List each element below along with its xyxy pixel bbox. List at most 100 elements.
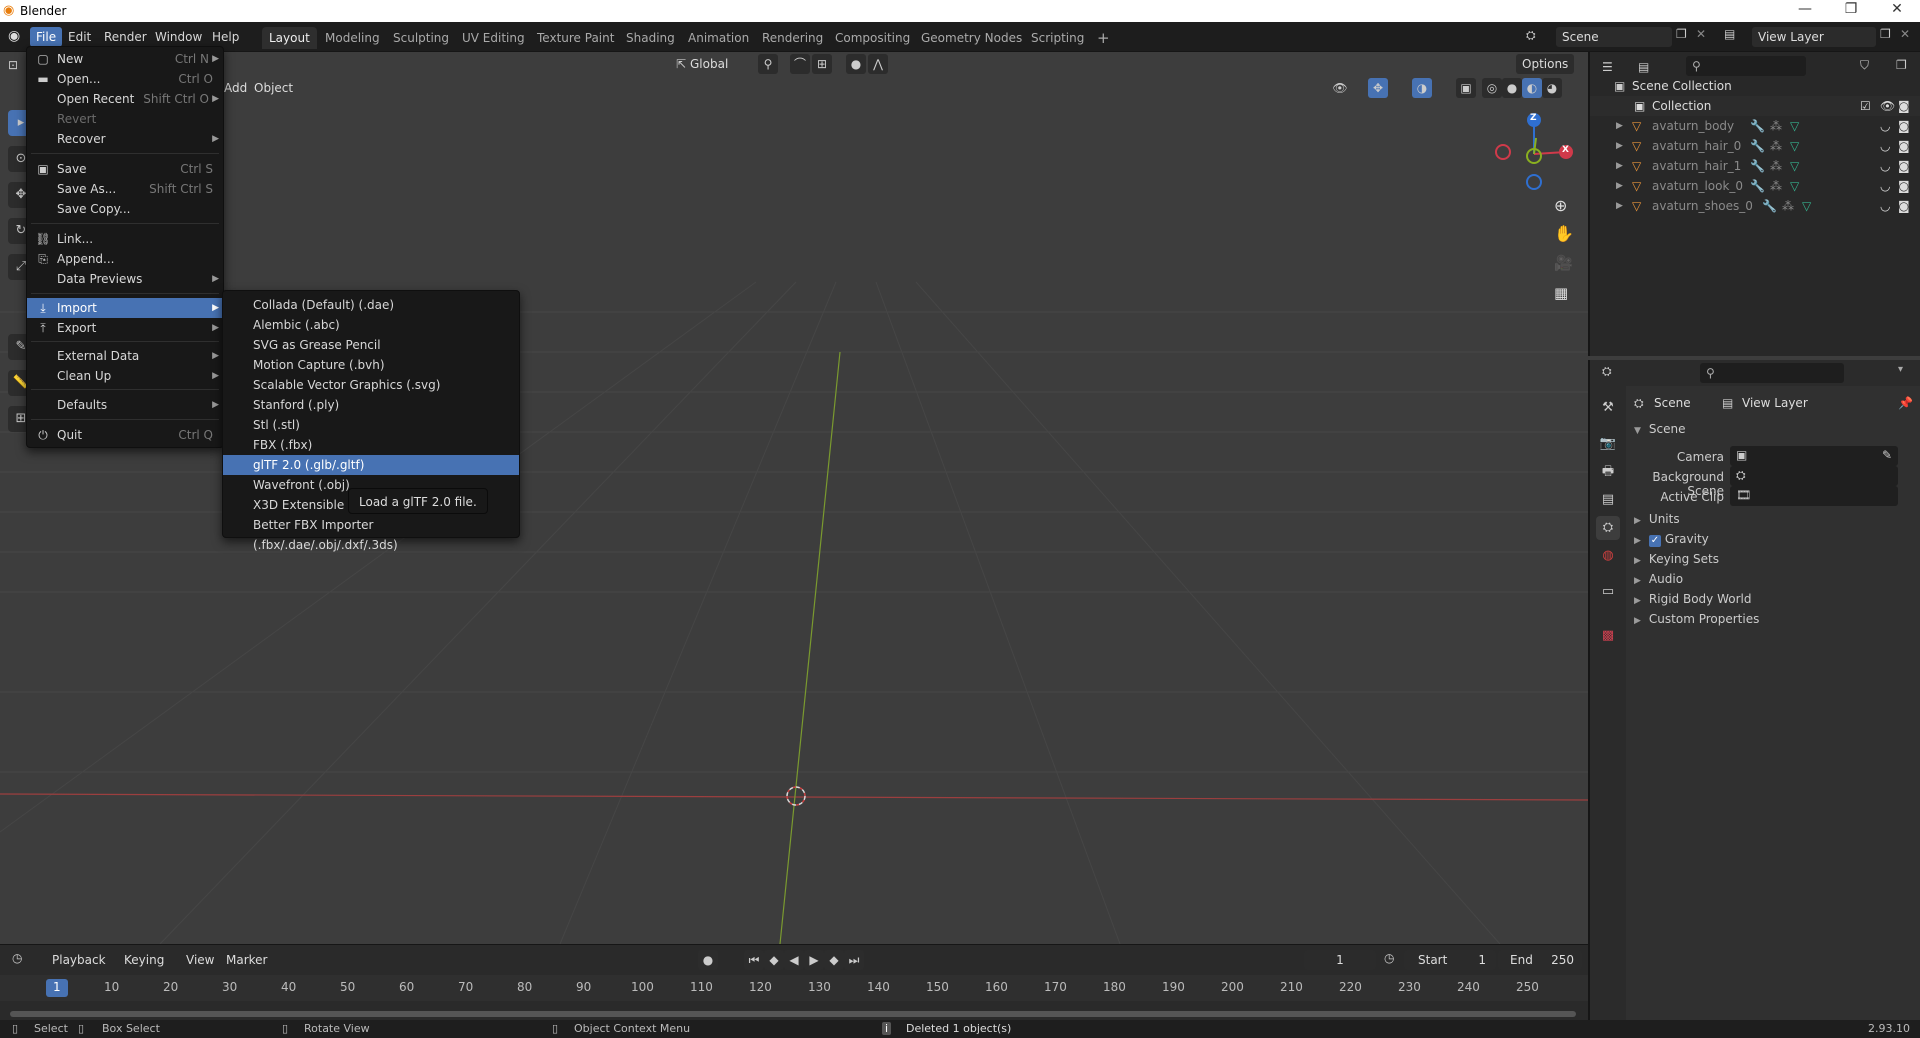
import-better-fbx[interactable]: Better FBX Importer (.fbx/.dae/.obj/.dxf… [223, 515, 519, 552]
import-ply[interactable]: Stanford (.ply) [223, 395, 519, 415]
pin-icon[interactable]: 📌 [1898, 396, 1913, 410]
hidden-eye-icon[interactable]: ◡ [1880, 116, 1890, 136]
keying-menu[interactable]: Keying [118, 950, 170, 970]
perspective-toggle-icon[interactable]: ▦ [1554, 284, 1568, 302]
active-clip-field[interactable]: 🎞 [1730, 486, 1898, 506]
file-menu-save[interactable]: ▣ Save Ctrl S [27, 159, 223, 179]
gravity-panel-header[interactable]: ▶ ✓ Gravity [1634, 532, 1709, 547]
import-svg-grease-pencil[interactable]: SVG as Grease Pencil [223, 335, 519, 355]
file-menu-data-previews[interactable]: Data Previews ▶ [27, 269, 223, 289]
clock-icon[interactable]: ◷ [1384, 951, 1394, 965]
properties-search-input[interactable]: ⚲ [1700, 363, 1844, 383]
outliner-scene-collection[interactable]: ▣ Scene Collection [1590, 76, 1920, 96]
units-panel-header[interactable]: ▶ Units [1634, 512, 1680, 526]
scene-icon[interactable]: ⛭ [1526, 28, 1536, 43]
audio-panel-header[interactable]: ▶ Audio [1634, 572, 1683, 586]
new-view-layer-icon[interactable]: ❐ [1880, 27, 1891, 41]
options-dropdown[interactable]: Options [1516, 54, 1575, 74]
delete-view-layer-icon[interactable]: ✕ [1900, 27, 1910, 41]
jump-keyframe-forward-icon[interactable]: ◆ [824, 950, 844, 970]
file-menu-open[interactable]: ▬ Open... Ctrl O [27, 69, 223, 89]
blender-menu-icon[interactable]: ◉ [8, 28, 20, 44]
falloff-icon[interactable]: ⋀ [868, 54, 888, 74]
outliner-object-row[interactable]: ▶ ▽ avaturn_look_0 🔧 ⁂ ▽ ◡ ◙ [1590, 176, 1920, 196]
marker-menu[interactable]: Marker [220, 950, 273, 970]
menu-window[interactable]: Window [149, 27, 208, 47]
view-layer-selector[interactable]: View Layer [1752, 27, 1876, 47]
tab-geometry-nodes[interactable]: Geometry Nodes [914, 27, 1029, 49]
camera-field[interactable]: ▣ ✎ [1730, 446, 1898, 466]
view-layer-tab-icon[interactable]: ▤ [1596, 488, 1620, 512]
import-bvh[interactable]: Motion Capture (.bvh) [223, 355, 519, 375]
gizmo-icon[interactable]: ✥ [1368, 78, 1388, 98]
tab-layout[interactable]: Layout [262, 27, 317, 49]
outliner-collection[interactable]: ▣ Collection ☑ 👁 ◙ [1590, 96, 1920, 116]
visibility-icon[interactable]: 👁 [1330, 78, 1350, 98]
background-scene-field[interactable]: ⛭ [1730, 466, 1898, 486]
current-frame-field[interactable]: 1 [1304, 950, 1376, 970]
expand-icon[interactable]: ▶ [1616, 156, 1623, 176]
import-gltf[interactable]: glTF 2.0 (.glb/.gltf) [223, 455, 519, 475]
restore-button[interactable]: ❐ [1828, 1, 1874, 21]
camera-icon[interactable]: ◙ [1898, 176, 1910, 196]
file-menu-defaults[interactable]: Defaults ▶ [27, 395, 223, 415]
view-layer-icon[interactable]: ▤ [1724, 27, 1735, 41]
render-tab-icon[interactable]: 📷 [1596, 432, 1620, 456]
file-menu-link[interactable]: ⛓ Link... [27, 229, 223, 249]
camera-icon[interactable]: ◙ [1898, 96, 1910, 116]
record-icon[interactable]: ● [698, 950, 718, 970]
scene-section-header[interactable]: ▼ Scene [1634, 422, 1686, 436]
viewport-object-menu[interactable]: Object [248, 78, 299, 98]
outliner-object-row[interactable]: ▶ ▽ avaturn_hair_1 🔧 ⁂ ▽ ◡ ◙ [1590, 156, 1920, 176]
start-frame-field[interactable]: Start 1 [1404, 950, 1496, 970]
keying-sets-panel-header[interactable]: ▶ Keying Sets [1634, 552, 1719, 566]
outliner-object-row[interactable]: ▶ ▽ avaturn_body 🔧 ⁂ ▽ ◡ ◙ [1590, 116, 1920, 136]
import-alembic[interactable]: Alembic (.abc) [223, 315, 519, 335]
import-collada[interactable]: Collada (Default) (.dae) [223, 295, 519, 315]
menu-edit[interactable]: Edit [62, 27, 97, 47]
outliner-search-input[interactable]: ⚲ [1686, 56, 1806, 76]
filter-icon[interactable]: ⛉ [1860, 58, 1869, 73]
hidden-eye-icon[interactable]: ◡ [1880, 176, 1890, 196]
outliner-editor-type-icon[interactable]: ☰ [1602, 60, 1613, 74]
solid-shading-icon[interactable]: ● [1502, 78, 1522, 98]
scene-selector[interactable]: Scene [1556, 27, 1672, 47]
texture-tab-icon[interactable]: ▩ [1596, 624, 1620, 648]
tab-texture-paint[interactable]: Texture Paint [530, 27, 621, 49]
rigid-body-world-panel-header[interactable]: ▶ Rigid Body World [1634, 592, 1751, 606]
hidden-eye-icon[interactable]: ◡ [1880, 196, 1890, 216]
file-menu-recover[interactable]: Recover ▶ [27, 129, 223, 149]
tool-tab-icon[interactable]: ⚒ [1596, 396, 1620, 420]
navigation-gizmo[interactable]: Z X [1492, 108, 1582, 198]
playback-menu[interactable]: Playback [46, 950, 112, 970]
tab-compositing[interactable]: Compositing [828, 27, 917, 49]
editor-type-icon[interactable]: ⊡ [8, 58, 18, 72]
file-menu-save-copy[interactable]: Save Copy... [27, 199, 223, 219]
camera-icon[interactable]: ◙ [1898, 116, 1910, 136]
scene-tab-icon[interactable]: ⛭ [1596, 516, 1620, 540]
timeline-editor-type-icon[interactable]: ◷ [12, 951, 22, 965]
menu-file[interactable]: File [30, 27, 63, 47]
tab-scripting[interactable]: Scripting [1024, 27, 1091, 49]
new-collection-icon[interactable]: ❐ [1896, 58, 1907, 72]
camera-icon[interactable]: ◙ [1898, 136, 1910, 156]
gravity-checkbox[interactable]: ✓ [1648, 535, 1661, 547]
world-tab-icon[interactable]: ◍ [1596, 544, 1620, 568]
expand-icon[interactable]: ▶ [1616, 136, 1623, 156]
close-button[interactable]: ✕ [1874, 1, 1920, 21]
display-mode-icon[interactable]: ▤ [1638, 60, 1649, 74]
jump-end-icon[interactable]: ⏭ [844, 950, 864, 970]
zoom-icon[interactable]: ⊕ [1554, 196, 1567, 215]
properties-editor-type-icon[interactable]: ⛭ [1602, 364, 1612, 379]
file-menu-append[interactable]: ⎘ Append... [27, 249, 223, 269]
proportional-edit-icon[interactable]: ● [846, 54, 866, 74]
collection-tab-icon[interactable]: ▭ [1596, 580, 1620, 604]
pan-hand-icon[interactable]: ✋ [1554, 224, 1574, 243]
pivot-icon[interactable]: ⚲ [758, 54, 778, 74]
xray-icon[interactable]: ▣ [1456, 78, 1476, 98]
file-menu-import[interactable]: ⤓ Import ▶ [27, 298, 223, 318]
exclude-checkbox[interactable]: ☑ [1860, 96, 1871, 116]
jump-start-icon[interactable]: ⏮ [744, 950, 764, 970]
expand-icon[interactable]: ▶ [1616, 116, 1623, 136]
panel-options-chevron-icon[interactable]: ▾ [1898, 364, 1903, 375]
